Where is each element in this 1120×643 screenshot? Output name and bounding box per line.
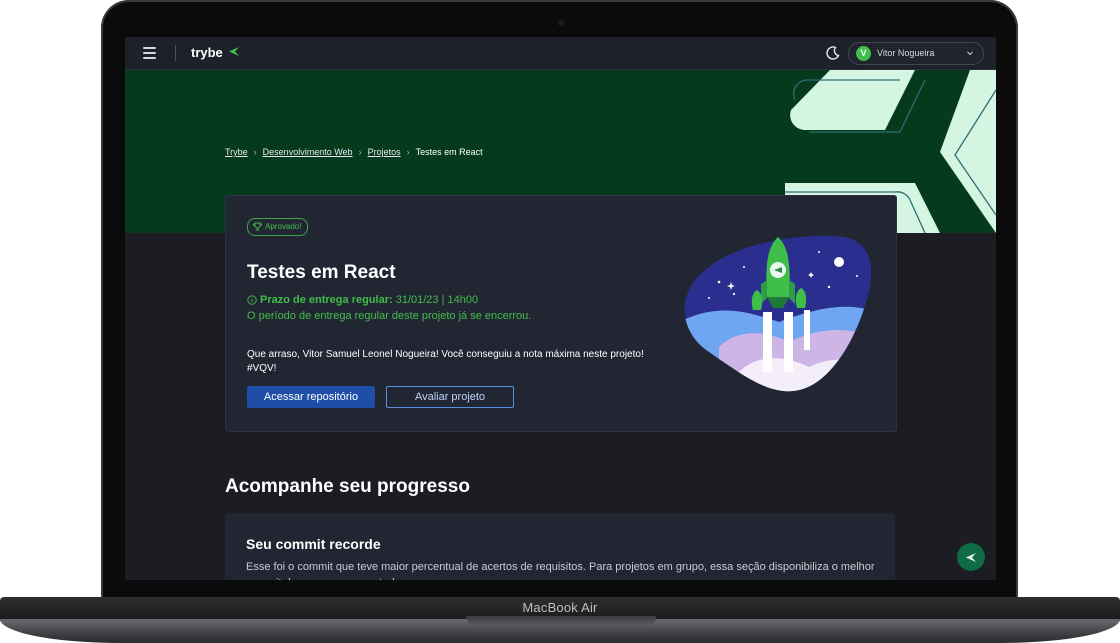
breadcrumb: Trybe › Desenvolvimento Web › Projetos › Teste… (225, 147, 483, 157)
deadline-value: 31/01/23 | 14h00 (395, 294, 479, 306)
deadline: Prazo de entrega regular: 31/01/23 | 14h… (247, 294, 478, 306)
status-badge: Aprovado! (247, 218, 309, 236)
project-title: Testes em React (247, 262, 396, 283)
evaluate-project-button[interactable]: Avaliar projeto (386, 386, 514, 408)
laptop-base: MacBook Air (0, 597, 1120, 643)
chevron-right-icon: › (406, 147, 410, 157)
top-navbar: trybe V Vitor Nogueira (125, 37, 996, 70)
laptop-notch (466, 616, 656, 625)
moon-icon[interactable] (825, 45, 841, 61)
laptop-model-label: MacBook Air (522, 600, 598, 615)
commit-record-title: Seu commit recorde (246, 536, 381, 552)
trybe-fab-icon (966, 553, 976, 562)
progress-section-title: Acompanhe seu progresso (225, 476, 470, 497)
commit-record-description: Esse foi o commit que teve maior percent… (246, 561, 875, 580)
info-icon (247, 295, 257, 305)
divider (175, 45, 176, 61)
commit-record-card: Seu commit recorde Esse foi o commit que… (225, 513, 895, 580)
chevron-right-icon: › (253, 147, 257, 157)
status-badge-label: Aprovado! (265, 222, 302, 231)
deadline-note: O período de entrega regular deste proje… (247, 310, 532, 322)
breadcrumb-current: Testes em React (415, 147, 483, 157)
user-name: Vitor Nogueira (877, 48, 935, 58)
access-repository-button[interactable]: Acessar repositório (247, 386, 375, 408)
trybe-fab-button[interactable] (957, 543, 985, 571)
breadcrumb-link-projetos[interactable]: Projetos (368, 147, 401, 157)
camera (558, 20, 564, 26)
rocket-illustration (684, 235, 872, 392)
avatar: V (856, 46, 871, 61)
trophy-icon (253, 222, 262, 231)
brand-logo-text[interactable]: trybe (191, 45, 223, 60)
congrats-hashtag: #VQV! (247, 363, 277, 374)
breadcrumb-link-trybe[interactable]: Trybe (225, 147, 248, 157)
deadline-label: Prazo de entrega regular: (260, 294, 393, 306)
trybe-logo-icon (229, 47, 239, 56)
browser-screen: trybe V Vitor Nogueira Trybe › Desenvolvim… (125, 37, 996, 580)
project-card: Aprovado! Testes em React Prazo de entre… (225, 195, 897, 432)
breadcrumb-link-desenvolvimento-web[interactable]: Desenvolvimento Web (263, 147, 353, 157)
menu-icon[interactable] (143, 47, 156, 59)
chevron-down-icon (967, 51, 973, 56)
congrats-message: Que arraso, Vitor Samuel Leonel Nogueira… (247, 348, 667, 376)
congrats-line: Que arraso, Vitor Samuel Leonel Nogueira… (247, 349, 644, 360)
user-menu[interactable]: V Vitor Nogueira (848, 42, 984, 65)
chevron-right-icon: › (358, 147, 362, 157)
